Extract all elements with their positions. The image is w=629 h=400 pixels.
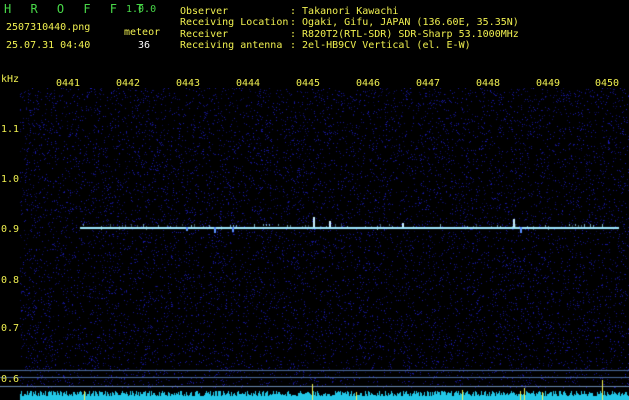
y-tick-label: 0.8 bbox=[1, 275, 20, 286]
info-location-value: : Ogaki, Gifu, JAPAN (136.60E, 35.35N) bbox=[290, 17, 519, 28]
frequency-unit-label: kHz bbox=[1, 74, 20, 85]
file-name: 2507310440.png bbox=[6, 22, 91, 33]
spectrogram bbox=[0, 88, 629, 400]
y-tick-label: 0.7 bbox=[1, 323, 20, 334]
y-tick-label: 0.6 bbox=[1, 374, 20, 385]
counter-value: 36 bbox=[138, 40, 151, 51]
info-location-key: Receiving Location bbox=[180, 17, 289, 28]
y-tick-label: 0.9 bbox=[1, 224, 20, 235]
info-antenna-key: Receiving antenna bbox=[180, 40, 283, 51]
info-antenna-value: : 2el-HB9CV Vertical (el. E-W) bbox=[290, 40, 471, 51]
brand-version: 1.0.0 bbox=[126, 4, 157, 15]
y-tick-label: 1.0 bbox=[1, 174, 20, 185]
header-panel: H R O F F T 1.0.0 2507310440.png meteor … bbox=[0, 0, 629, 72]
y-tick-label: 1.1 bbox=[1, 124, 20, 135]
counter-label: meteor bbox=[124, 27, 161, 38]
date-time: 25.07.31 04:40 bbox=[6, 40, 91, 51]
